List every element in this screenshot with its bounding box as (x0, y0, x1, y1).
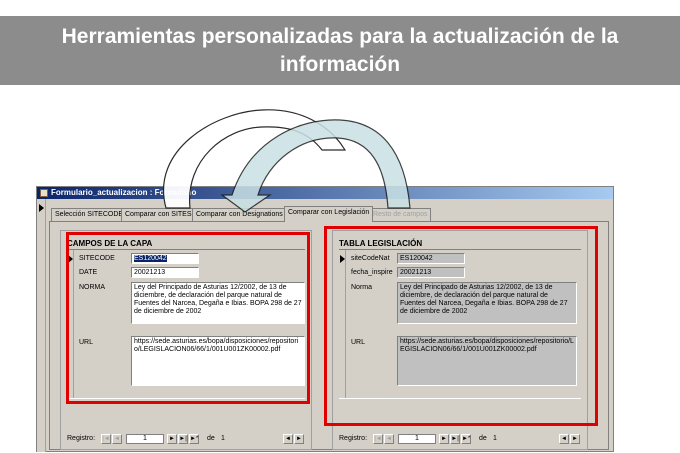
record-number-input[interactable]: 1 (398, 434, 436, 444)
window-title: Formulario_actualizacion : Formulario (51, 188, 197, 197)
slide-banner: Herramientas personalizadas para la actu… (0, 16, 680, 85)
record-pointer-icon (39, 204, 44, 212)
record-number-input[interactable]: 1 (126, 434, 164, 444)
banner-title-line2: información (279, 53, 401, 76)
prev-record-button[interactable]: ◄ (112, 434, 122, 444)
highlight-campos-capa (66, 232, 310, 404)
banner-title-line1: Herramientas personalizadas para la actu… (61, 25, 619, 48)
last-record-button[interactable]: ►| (178, 434, 188, 444)
form-icon (40, 189, 48, 197)
scroll-left-button[interactable]: ◄ (283, 434, 293, 444)
new-record-button[interactable]: ►* (189, 434, 199, 444)
scroll-right-button[interactable]: ► (570, 434, 580, 444)
first-record-button[interactable]: |◄ (101, 434, 111, 444)
prev-record-button[interactable]: ◄ (384, 434, 394, 444)
scroll-left-button[interactable]: ◄ (559, 434, 569, 444)
right-navigation-bar: Registro: |◄ ◄ 1 ► ►| ►* de 1 ◄ ► (337, 433, 583, 445)
scroll-right-button[interactable]: ► (294, 434, 304, 444)
new-record-button[interactable]: ►* (461, 434, 471, 444)
of-label: de (479, 435, 487, 442)
next-record-button[interactable]: ► (167, 434, 177, 444)
record-total: 1 (221, 435, 225, 442)
left-navigation-bar: Registro: |◄ ◄ 1 ► ►| ►* de 1 ◄ ► (65, 433, 307, 445)
form-record-selector[interactable] (37, 199, 46, 452)
record-total: 1 (493, 435, 497, 442)
tab-comparar-legislacion[interactable]: Comparar con Legislación (284, 206, 374, 222)
window-titlebar: Formulario_actualizacion : Formulario (37, 187, 613, 199)
registro-label: Registro: (339, 435, 368, 442)
tab-seleccion-sitecode[interactable]: Selección SITECODE (51, 208, 128, 221)
tab-comparar-designations[interactable]: Comparar con Designations (192, 208, 287, 221)
tab-resto-campos[interactable]: Resto de campos (369, 208, 432, 221)
tab-comparar-sites[interactable]: Comparar con SITES (121, 208, 196, 221)
of-label: de (207, 435, 215, 442)
next-record-button[interactable]: ► (439, 434, 449, 444)
first-record-button[interactable]: |◄ (373, 434, 383, 444)
registro-label: Registro: (67, 435, 96, 442)
last-record-button[interactable]: ►| (450, 434, 460, 444)
highlight-tabla-legislacion (324, 226, 598, 426)
